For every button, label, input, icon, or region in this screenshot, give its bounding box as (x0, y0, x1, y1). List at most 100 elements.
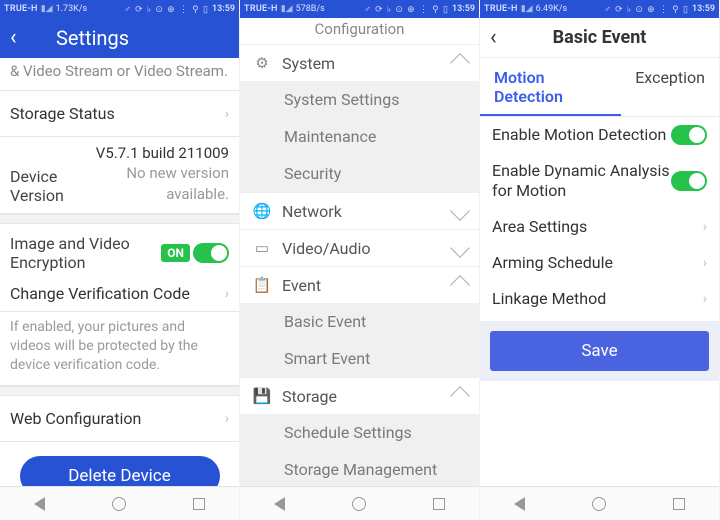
back-icon[interactable]: ‹ (10, 27, 28, 49)
chevron-right-icon: › (225, 286, 229, 302)
settings-content: ‹ Settings & Video Stream or Video Strea… (0, 18, 239, 486)
page-title-cut: Configuration (240, 18, 479, 44)
option-toggle[interactable] (671, 171, 707, 191)
phone-web-config: TRUE-H ▮◢ 578B/s ♂ ⟳ ♭ ⊙ ⊕ ⋮ ⚲ ▯ 13:59 C… (240, 0, 480, 520)
subitem-storage-management[interactable]: Storage Management (240, 451, 479, 486)
net-speed: 578B/s (296, 4, 325, 14)
carrier-label: TRUE-H (484, 4, 518, 14)
nav-back-icon[interactable] (34, 497, 45, 511)
nav-home-icon[interactable] (112, 497, 126, 511)
group-label: Video/Audio (282, 239, 443, 258)
option-row-area-settings[interactable]: Area Settings› (480, 209, 719, 245)
network-icon: 🌐 (252, 201, 272, 221)
tab-exception[interactable]: Exception (621, 58, 719, 116)
chevron-right-icon: › (225, 106, 229, 122)
save-button[interactable]: Save (490, 331, 709, 371)
option-row-enable-motion-detection: Enable Motion Detection (480, 117, 719, 153)
storage-status-label: Storage Status (10, 104, 225, 123)
system-icon: ⚙ (252, 53, 272, 73)
group-sublist: Basic EventSmart Event (240, 303, 479, 377)
on-badge: ON (161, 244, 190, 262)
option-row-linkage-method[interactable]: Linkage Method› (480, 281, 719, 317)
android-navbar (0, 486, 239, 520)
nav-recent-icon[interactable] (433, 498, 445, 510)
group-sublist: Schedule SettingsStorage Management (240, 414, 479, 486)
delete-device-button[interactable]: Delete Device (20, 456, 220, 486)
option-label: Arming Schedule (492, 249, 703, 277)
section-divider (0, 386, 239, 396)
carrier-label: TRUE-H (4, 4, 38, 14)
nav-recent-icon[interactable] (193, 498, 205, 510)
webconfig-content: Configuration ⚙ System System SettingsMain… (240, 18, 479, 486)
phone-basic-event: TRUE-H ▮◢ 6.49K/s ♂ ⟳ ♭ ⊙ ⊕ ⋮ ⚲ ▯ 13:59 … (480, 0, 720, 520)
net-speed: 1.73K/s (56, 4, 88, 14)
encryption-toggle[interactable] (193, 243, 229, 263)
phone-settings: TRUE-H ▮◢ 1.73K/s ♂ ⟳ ♭ ⊙ ⊕ ⋮ ⚲ ▯ 13:59 … (0, 0, 240, 520)
chevron-up-icon (450, 275, 470, 295)
chevron-up-icon (450, 53, 470, 73)
device-version-row: Device Version V5.7.1 build 211009 No ne… (0, 137, 239, 214)
web-configuration-row[interactable]: Web Configuration › (0, 396, 239, 442)
device-version-noupdate: No new version available. (64, 163, 229, 204)
page-title: Basic Event (490, 27, 709, 48)
group-header-storage[interactable]: 💾Storage (240, 377, 479, 414)
signal-icon: ▮◢ (521, 4, 533, 14)
device-version-label: Device Version (10, 143, 64, 205)
nav-home-icon[interactable] (592, 497, 606, 511)
chevron-down-icon (450, 238, 470, 258)
settings-header: ‹ Settings (0, 18, 239, 58)
basic-event-header: ‹ Basic Event (480, 18, 719, 58)
clock: 13:59 (212, 4, 235, 14)
android-navbar (240, 486, 479, 520)
group-label: Storage (282, 387, 443, 406)
chevron-right-icon: › (703, 219, 707, 235)
group-label: System (282, 54, 443, 73)
subitem-maintenance[interactable]: Maintenance (240, 118, 479, 155)
group-header-video-audio[interactable]: ▭ Video/Audio (240, 229, 479, 266)
option-toggle[interactable] (671, 125, 707, 145)
group-label: Event (282, 276, 443, 295)
status-bar: TRUE-H ▮◢ 1.73K/s ♂ ⟳ ♭ ⊙ ⊕ ⋮ ⚲ ▯ 13:59 (0, 0, 239, 18)
stream-note: & Video Stream or Video Stream. (0, 58, 239, 91)
video/audio-icon: ▭ (252, 238, 272, 258)
status-bar: TRUE-H ▮◢ 578B/s ♂ ⟳ ♭ ⊙ ⊕ ⋮ ⚲ ▯ 13:59 (240, 0, 479, 18)
nav-home-icon[interactable] (352, 497, 366, 511)
status-icons: ♂ ⟳ ♭ ⊙ ⊕ ⋮ ⚲ ▯ (124, 4, 209, 15)
clock: 13:59 (452, 4, 475, 14)
nav-recent-icon[interactable] (673, 498, 685, 510)
signal-icon: ▮◢ (41, 4, 53, 14)
option-label: Area Settings (492, 213, 703, 241)
group-header-event[interactable]: 📋Event (240, 266, 479, 303)
encryption-row: Image and Video Encryption ON (0, 224, 239, 276)
section-divider (0, 214, 239, 224)
subitem-system-settings[interactable]: System Settings (240, 81, 479, 118)
chevron-down-icon (450, 201, 470, 221)
chevron-right-icon: › (703, 255, 707, 271)
device-version-build: V5.7.1 build 211009 (64, 143, 229, 163)
subitem-smart-event[interactable]: Smart Event (240, 340, 479, 377)
option-label: Enable Motion Detection (492, 121, 671, 149)
option-label: Enable Dynamic Analysis for Motion (492, 157, 671, 205)
group-header-network[interactable]: 🌐 Network (240, 192, 479, 229)
tab-motion-detection[interactable]: Motion Detection (480, 58, 621, 116)
android-navbar (480, 486, 719, 520)
subitem-basic-event[interactable]: Basic Event (240, 303, 479, 340)
option-row-enable-dynamic-analysis-for-motion: Enable Dynamic Analysis for Motion (480, 153, 719, 209)
save-bar: Save (480, 321, 719, 381)
carrier-label: TRUE-H (244, 4, 278, 14)
change-verification-row[interactable]: Change Verification Code › (0, 276, 239, 312)
group-header-system[interactable]: ⚙ System (240, 44, 479, 81)
nav-back-icon[interactable] (274, 497, 285, 511)
nav-back-icon[interactable] (514, 497, 525, 511)
page-title: Settings (56, 26, 229, 50)
status-icons: ♂ ⟳ ♭ ⊙ ⊕ ⋮ ⚲ ▯ (364, 4, 449, 15)
option-row-arming-schedule[interactable]: Arming Schedule› (480, 245, 719, 281)
group-label: Network (282, 202, 443, 221)
subitem-schedule-settings[interactable]: Schedule Settings (240, 414, 479, 451)
event-tabs: Motion DetectionException (480, 58, 719, 117)
storage-status-row[interactable]: Storage Status › (0, 91, 239, 137)
chevron-right-icon: › (703, 291, 707, 307)
basic-event-content: ‹ Basic Event Motion DetectionException … (480, 18, 719, 486)
subitem-security[interactable]: Security (240, 155, 479, 192)
web-configuration-label: Web Configuration (10, 409, 225, 428)
